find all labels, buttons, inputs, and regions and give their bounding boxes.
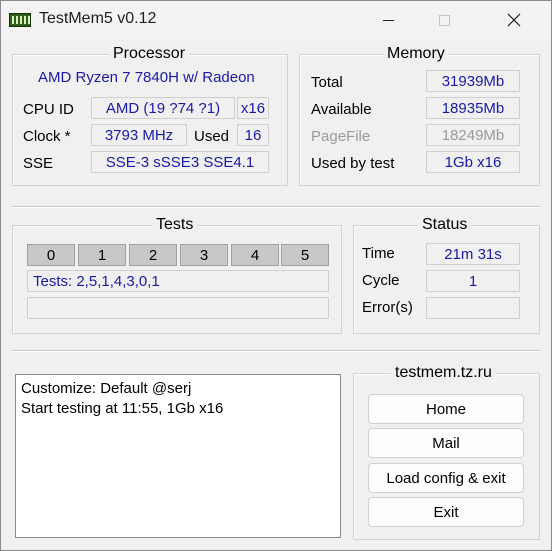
testmem-window: TestMem5 v0.12 Processor AMD Ryzen 7 784…	[0, 0, 552, 551]
mail-button[interactable]: Mail	[368, 428, 524, 458]
links-group: testmem.tz.ru Home Mail Load config & ex…	[353, 364, 540, 540]
cpu-id-field: AMD (19 ?74 ?1)	[91, 97, 235, 119]
memory-chip-icon	[9, 13, 31, 27]
test-cell-1: 1	[78, 244, 126, 266]
close-button[interactable]	[491, 1, 537, 39]
test-cell-5: 5	[281, 244, 329, 266]
home-button[interactable]: Home	[368, 394, 524, 424]
sse-field: SSE-3 sSSE3 SSE4.1	[91, 151, 269, 173]
tests-group: Tests 0 1 2 3 4 5 Tests: 2,5,1,4,3,0,1	[12, 216, 342, 334]
test-cell-2: 2	[129, 244, 177, 266]
load-config-exit-button[interactable]: Load config & exit	[368, 463, 524, 493]
minimize-icon	[382, 19, 394, 21]
status-group: Status Time 21m 31s Cycle 1 Error(s)	[353, 216, 540, 334]
test-cell-4: 4	[231, 244, 279, 266]
test-cell-3: 3	[180, 244, 228, 266]
errors-field	[426, 297, 520, 319]
cpu-name: AMD Ryzen 7 7840H w/ Radeon	[38, 69, 255, 86]
test-cell-0: 0	[27, 244, 75, 266]
window-title: TestMem5 v0.12	[39, 10, 157, 27]
links-title: testmem.tz.ru	[391, 364, 496, 382]
separator-top	[12, 206, 540, 208]
log-line-1: Customize: Default @serj	[21, 380, 192, 397]
available-field: 18935Mb	[426, 97, 520, 119]
used-by-test-label: Used by test	[311, 155, 395, 172]
available-label: Available	[311, 101, 372, 118]
cpu-id-label: CPU ID	[23, 101, 74, 118]
exit-button[interactable]: Exit	[368, 497, 524, 527]
used-label: Used	[194, 128, 230, 145]
close-icon	[507, 13, 521, 27]
memory-title: Memory	[383, 45, 449, 63]
maximize-icon	[438, 14, 450, 26]
pagefile-field: 18249Mb	[426, 124, 520, 146]
pagefile-label: PageFile	[311, 128, 371, 145]
used-by-test-field: 1Gb x16	[426, 151, 520, 173]
cycle-label: Cycle	[362, 272, 400, 289]
time-label: Time	[362, 245, 395, 262]
title-bar[interactable]: TestMem5 v0.12	[1, 1, 551, 39]
clock-label: Clock *	[23, 128, 71, 145]
cycle-field: 1	[426, 270, 520, 292]
tests-title: Tests	[152, 216, 198, 234]
status-title: Status	[418, 216, 472, 234]
minimize-button[interactable]	[365, 1, 411, 39]
log-output[interactable]: Customize: Default @serj Start testing a…	[15, 374, 341, 538]
maximize-button[interactable]	[421, 1, 467, 39]
total-label: Total	[311, 74, 343, 91]
memory-group: Memory Total 31939Mb Available 18935Mb P…	[299, 45, 540, 186]
log-line-2: Start testing at 11:55, 1Gb x16	[21, 400, 224, 417]
threads-field: x16	[237, 97, 269, 119]
errors-label: Error(s)	[362, 299, 413, 316]
tests-sequence-field: Tests: 2,5,1,4,3,0,1	[27, 270, 329, 292]
processor-group: Processor AMD Ryzen 7 7840H w/ Radeon CP…	[12, 45, 288, 186]
sse-label: SSE	[23, 155, 54, 172]
processor-title: Processor	[109, 45, 190, 63]
used-field: 16	[237, 124, 269, 146]
clock-field: 3793 MHz	[91, 124, 187, 146]
separator-bottom	[12, 350, 540, 352]
total-field: 31939Mb	[426, 70, 520, 92]
tests-extra-field	[27, 297, 329, 319]
time-field: 21m 31s	[426, 243, 520, 265]
